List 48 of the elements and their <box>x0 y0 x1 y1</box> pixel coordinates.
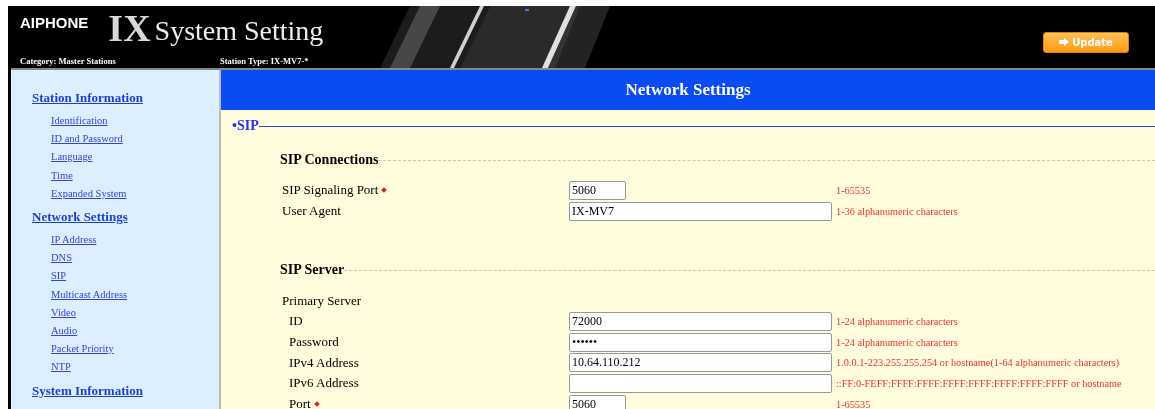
sidebar-item[interactable]: Multicast Address <box>51 285 128 304</box>
input-field[interactable] <box>569 373 832 393</box>
hint-text: 1-65535 <box>836 398 871 409</box>
sidebar-item[interactable]: Language <box>51 148 93 167</box>
field-label: Port <box>289 396 311 409</box>
group-title: SIP Connections <box>280 152 379 168</box>
sidebar-section-link[interactable]: Station Information <box>32 90 143 106</box>
field-label: Password <box>289 334 339 351</box>
hint-text: 1-24 alphanumeric characters <box>836 336 958 348</box>
input-field[interactable]: 5060 <box>569 180 626 200</box>
sidebar-section-link[interactable]: Network Settings <box>32 209 128 225</box>
sidebar-item[interactable]: Identification <box>51 112 108 131</box>
sidebar-item[interactable]: Packet Priority <box>51 340 114 359</box>
sidebar-item[interactable]: Time <box>51 166 73 185</box>
group-title: SIP Server <box>280 262 345 279</box>
field-label: IPv4 Address <box>289 354 359 371</box>
arrow-icon <box>1059 38 1070 46</box>
brand-logo: AIPHONE <box>20 14 89 31</box>
input-field[interactable]: 5060 <box>569 394 626 409</box>
sidebar-item[interactable]: Video <box>51 303 77 323</box>
subgroup-label: Primary Server <box>282 292 362 309</box>
sidebar-item[interactable]: DNS <box>51 249 72 268</box>
category-label: Category: Master Stations <box>20 56 117 66</box>
sidebar-item[interactable]: SIP <box>51 267 67 286</box>
hint-text: 1-24 alphanumeric characters <box>836 315 958 327</box>
sidebar-item[interactable]: Audio <box>51 322 78 341</box>
input-field[interactable]: •••••• <box>569 332 832 352</box>
sidebar-item[interactable]: IP Address <box>51 231 97 250</box>
sidebar-item[interactable]: Expanded System <box>51 184 127 203</box>
input-field[interactable]: 10.64.110.212 <box>569 353 832 373</box>
hint-text: 1-65535 <box>836 184 871 196</box>
field-label: User Agent <box>282 203 341 220</box>
station-type-label: Station Type: IX-MV7-* <box>220 56 309 66</box>
hint-text: 1-36 alphanumeric characters <box>836 205 958 217</box>
input-field[interactable]: 72000 <box>569 311 832 331</box>
sidebar-item[interactable]: ID and Password <box>51 130 123 149</box>
hint-text: ::FF:0-FEFF:FFFF:FFFF:FFFF:FFFF:FFFF:FFFF:FFFF or hostname <box>836 377 1122 389</box>
field-label: IPv6 Address <box>289 375 359 392</box>
page-title: Network Settings <box>625 80 751 100</box>
field-label: ID <box>289 313 303 330</box>
input-field[interactable]: IX-MV7 <box>569 201 832 221</box>
product-title: System Setting <box>154 16 324 46</box>
sidebar-section-link[interactable]: System Information <box>32 382 143 399</box>
product-mark: IX <box>108 10 151 46</box>
field-label: SIP Signaling Port <box>282 182 379 199</box>
section-title: •SIP <box>232 118 259 134</box>
sidebar-item[interactable]: NTP <box>51 358 71 377</box>
hint-text: 1.0.0.1-223.255.255.254 or hostname(1-64 alphanumeric characters) <box>836 357 1120 369</box>
